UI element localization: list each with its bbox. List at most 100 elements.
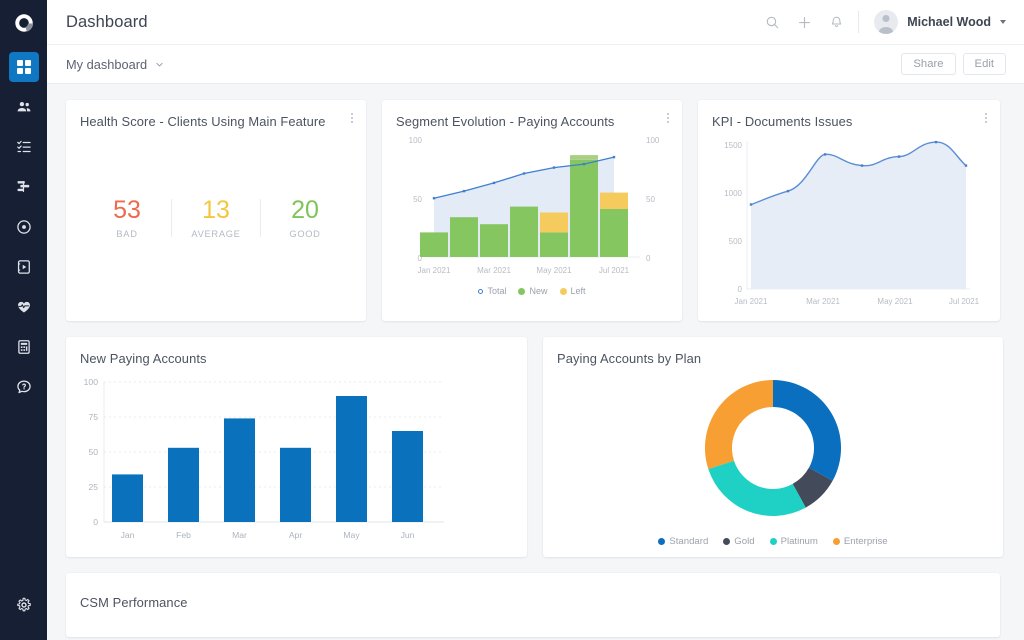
share-button[interactable]: Share xyxy=(901,53,956,75)
slice-platinum[interactable] xyxy=(708,460,806,516)
notifications-button[interactable] xyxy=(827,13,845,31)
legend-item-enterprise[interactable]: Enterprise xyxy=(832,536,888,547)
widget-title: Segment Evolution - Paying Accounts xyxy=(396,114,615,129)
search-button[interactable] xyxy=(763,13,781,31)
y2-tick-100: 100 xyxy=(646,136,660,145)
health-score-stats: 53 BAD 13 AVERAGE 20 GOOD xyxy=(66,129,366,307)
y-tick-100: 100 xyxy=(84,377,99,387)
sub-bar: My dashboard Share Edit xyxy=(47,45,1024,84)
legend-item-total[interactable]: Total xyxy=(478,286,506,296)
x-tick-jul: Jul 2021 xyxy=(599,266,630,275)
kebab-menu-icon[interactable] xyxy=(351,113,353,123)
health-stat-good: 20 GOOD xyxy=(261,197,349,239)
sidebar-item-settings[interactable] xyxy=(9,590,39,620)
y-tick-0: 0 xyxy=(93,517,98,527)
y2-tick-0: 0 xyxy=(646,254,651,263)
circle-c-logo-icon xyxy=(14,13,33,32)
x-tick-may: May 2021 xyxy=(536,266,572,275)
checklist-icon xyxy=(16,140,31,153)
health-stat-label: GOOD xyxy=(289,228,321,239)
kpi-documents-chart: 1500 1000 500 0 Jan 2021 Mar 2021 May 20… xyxy=(724,140,980,306)
x-tick-jul: Jul 2021 xyxy=(949,297,980,306)
y-tick-1500: 1500 xyxy=(724,141,742,150)
sidebar-nav xyxy=(0,52,47,412)
widget-health-score: Health Score - Clients Using Main Featur… xyxy=(66,100,366,321)
widget-title: New Paying Accounts xyxy=(80,351,207,366)
sidebar-item-tasks[interactable] xyxy=(9,132,39,162)
y-tick-75: 75 xyxy=(88,412,98,422)
y-tick-50: 50 xyxy=(413,195,422,204)
widget-row-2: New Paying Accounts 100 75 50 25 0 Jan F… xyxy=(66,337,1003,557)
header-divider xyxy=(858,11,860,33)
add-button[interactable] xyxy=(795,13,813,31)
gear-icon xyxy=(16,597,31,612)
legend-item-standard[interactable]: Standard xyxy=(658,536,708,547)
sidebar-item-revenue[interactable] xyxy=(9,332,39,362)
slice-enterprise[interactable] xyxy=(704,380,773,469)
health-stat-value: 13 xyxy=(202,195,230,224)
health-stat-value: 53 xyxy=(113,195,141,224)
legend-dot-icon xyxy=(559,287,567,295)
widget-title: Paying Accounts by Plan xyxy=(557,351,702,366)
sidebar-item-explore[interactable] xyxy=(9,212,39,242)
user-name: Michael Wood xyxy=(907,15,991,29)
widget-title: Health Score - Clients Using Main Featur… xyxy=(80,114,326,129)
avatar xyxy=(874,10,899,34)
dashboard-content: Health Score - Clients Using Main Featur… xyxy=(47,84,1024,640)
x-tick-jan: Jan 2021 xyxy=(418,266,451,275)
grid-dashboard-icon xyxy=(16,60,31,74)
topbar-actions xyxy=(763,13,845,31)
kebab-menu-icon[interactable] xyxy=(667,113,669,123)
sidebar-item-clients[interactable] xyxy=(9,92,39,122)
widget-segment-evolution: Segment Evolution - Paying Accounts 100 … xyxy=(382,100,682,321)
plus-icon xyxy=(798,16,810,28)
y-tick-0: 0 xyxy=(738,285,743,294)
user-menu[interactable]: Michael Wood xyxy=(874,10,1006,34)
kpi-area-fill xyxy=(751,142,966,289)
legend-item-platinum[interactable]: Platinum xyxy=(769,536,818,547)
bars xyxy=(112,396,423,522)
segment-legend: Total New Left xyxy=(382,286,682,296)
app-logo[interactable] xyxy=(0,0,47,45)
widget-csm-performance: CSM Performance xyxy=(66,573,1000,637)
legend-label: New xyxy=(529,286,548,296)
legend-dot-icon xyxy=(769,538,777,545)
segment-evolution-chart: 100 50 0 100 50 0 Jan 2021 Mar 2021 May … xyxy=(409,136,660,275)
widget-title: KPI - Documents Issues xyxy=(712,114,853,129)
y2-tick-50: 50 xyxy=(646,195,655,204)
sidebar-item-playbooks[interactable] xyxy=(9,252,39,282)
health-stat-average: 13 AVERAGE xyxy=(172,195,260,239)
widget-new-paying-accounts: New Paying Accounts 100 75 50 25 0 Jan F… xyxy=(66,337,527,557)
legend-dot-icon xyxy=(723,538,731,545)
legend-label: Standard xyxy=(669,536,709,547)
legend-dot-icon xyxy=(478,288,484,294)
y-tick-500: 500 xyxy=(729,237,743,246)
kebab-menu-icon[interactable] xyxy=(985,113,987,123)
sidebar-item-help[interactable] xyxy=(9,372,39,402)
legend-item-gold[interactable]: Gold xyxy=(723,536,755,547)
widget-paying-accounts-by-plan: Paying Accounts by Plan Standard Gold Pl… xyxy=(543,337,1003,557)
help-chat-icon xyxy=(16,380,31,394)
heartbeat-icon xyxy=(17,301,30,313)
donut xyxy=(704,380,842,516)
sidebar-item-dashboard[interactable] xyxy=(8,52,39,82)
donut-legend: Standard Gold Platinum Enterprise xyxy=(543,536,1003,547)
health-stat-bad: 53 BAD xyxy=(83,195,171,239)
slice-standard[interactable] xyxy=(773,380,842,481)
legend-label: Total xyxy=(487,286,507,296)
x-tick-mar: Mar 2021 xyxy=(477,266,511,275)
widget-row-1: Health Score - Clients Using Main Featur… xyxy=(66,100,1000,321)
sidebar-item-health[interactable] xyxy=(9,292,39,322)
play-box-icon xyxy=(17,260,30,274)
sidebar-item-reports[interactable] xyxy=(9,172,39,202)
dashboard-selector[interactable]: My dashboard xyxy=(66,57,164,72)
page-title: Dashboard xyxy=(66,12,148,31)
main-area: Dashboard Michael Wood My dashboard Shar… xyxy=(47,0,1024,640)
edit-button[interactable]: Edit xyxy=(962,53,1006,75)
legend-item-new[interactable]: New xyxy=(518,286,548,296)
users-icon xyxy=(17,101,30,112)
legend-item-left[interactable]: Left xyxy=(559,286,586,296)
bell-icon xyxy=(831,16,841,27)
legend-dot-icon xyxy=(518,287,526,295)
x-tick-mar: Mar xyxy=(232,530,247,540)
